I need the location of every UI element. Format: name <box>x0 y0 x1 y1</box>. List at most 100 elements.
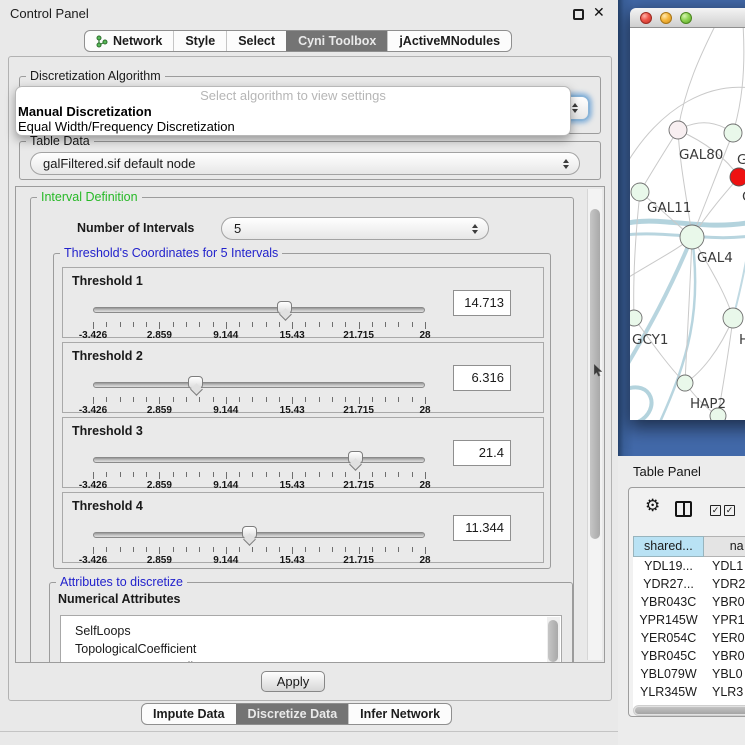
apply-button[interactable]: Apply <box>261 671 325 692</box>
slider-tick <box>226 547 227 554</box>
slider-tick <box>226 397 227 404</box>
network-node[interactable] <box>730 168 745 186</box>
table-row[interactable]: YER054CYER0 <box>633 629 745 647</box>
tab-style[interactable]: Style <box>173 31 226 51</box>
slider-thumb[interactable] <box>188 376 203 389</box>
table-cell[interactable]: YBR043C <box>633 593 704 611</box>
slider-track[interactable] <box>93 532 425 538</box>
table-row[interactable]: YDL19...YDL1 <box>633 557 745 575</box>
attributes-list-scrollbar[interactable] <box>547 617 560 663</box>
table-cell[interactable]: YBR0 <box>704 647 745 665</box>
table-cell[interactable]: YPR1 <box>704 611 745 629</box>
slider-track[interactable] <box>93 382 425 388</box>
table-cell[interactable]: YBL079W <box>633 665 704 683</box>
dropdown-item[interactable]: Equal Width/Frequency Discretization <box>16 119 570 134</box>
network-node[interactable] <box>724 124 742 142</box>
network-node[interactable] <box>630 310 642 326</box>
scrollbar-thumb[interactable] <box>635 707 745 714</box>
network-node[interactable] <box>680 225 704 249</box>
attribute-list-item[interactable]: SelfLoops <box>61 622 561 640</box>
float-window-icon[interactable] <box>573 9 584 20</box>
table-row[interactable]: YBL079WYBL0 <box>633 665 745 683</box>
table-data-combobox[interactable]: galFiltered.sif default node <box>30 152 580 175</box>
slider-tick-label: 9.144 <box>213 555 238 566</box>
network-canvas[interactable]: GAL80 GA C GAL11 GAL4 GCY1 H HAP2 <box>630 28 745 420</box>
threshold-value-field[interactable]: 6.316 <box>453 365 511 391</box>
checkbox-icon[interactable] <box>724 505 735 516</box>
slider-track[interactable] <box>93 457 425 463</box>
tab-label: Style <box>185 34 215 48</box>
threshold-value-field[interactable]: 21.4 <box>453 440 511 466</box>
threshold-value-field[interactable]: 14.713 <box>453 290 511 316</box>
slider-tick <box>226 322 227 329</box>
slider-tick <box>93 397 94 404</box>
slider-tick-label: 15.43 <box>280 480 305 491</box>
slider-tick-label: 28 <box>419 330 430 341</box>
slider-thumb[interactable] <box>348 451 363 464</box>
popup-placeholder: Select algorithm to view settings <box>16 88 570 104</box>
dropdown-item[interactable]: Manual Discretization <box>16 104 570 119</box>
threshold-slider[interactable]: -3.4262.8599.14415.4321.71528 <box>93 525 425 563</box>
settings-gear-icon[interactable] <box>645 496 660 516</box>
table-cell[interactable]: YDR27... <box>633 575 704 593</box>
network-node[interactable] <box>677 375 693 391</box>
slider-tick-label: -3.426 <box>79 330 107 341</box>
table-row[interactable]: YBR043CYBR0 <box>633 593 745 611</box>
table-cell[interactable]: YER0 <box>704 629 745 647</box>
minimize-traffic-light-icon[interactable] <box>660 12 672 24</box>
network-node-label: GCY1 <box>632 332 669 348</box>
slider-tick-label: 2.859 <box>147 405 172 416</box>
table-row[interactable]: YLR345WYLR3 <box>633 683 745 701</box>
network-window-titlebar[interactable] <box>630 8 745 28</box>
network-node[interactable] <box>723 308 743 328</box>
column-header-shared-name[interactable]: shared... <box>633 536 704 557</box>
network-graph: GAL80 GA C GAL11 GAL4 GCY1 H HAP2 <box>630 28 745 420</box>
zoom-traffic-light-icon[interactable] <box>680 12 692 24</box>
tab-infer-network[interactable]: Infer Network <box>348 704 451 724</box>
table-cell[interactable]: YLR345W <box>633 683 704 701</box>
table-cell[interactable]: YDR2 <box>704 575 745 593</box>
slider-track[interactable] <box>93 307 425 313</box>
tab-jactivemnodules[interactable]: jActiveMNodules <box>387 31 511 51</box>
table-cell[interactable]: YDL19... <box>633 557 704 575</box>
checkbox-icon[interactable] <box>710 505 721 516</box>
table-cell[interactable]: YBR0 <box>704 593 745 611</box>
tab-discretize-data[interactable]: Discretize Data <box>236 704 349 724</box>
tab-network[interactable]: Network <box>85 31 173 51</box>
threshold-value-field[interactable]: 11.344 <box>453 515 511 541</box>
table-row[interactable]: YDR27...YDR2 <box>633 575 745 593</box>
table-cell[interactable]: YPR145W <box>633 611 704 629</box>
column-layout-icon[interactable] <box>675 501 692 517</box>
number-of-intervals-combobox[interactable]: 5 <box>221 217 489 240</box>
table-row[interactable]: YPR145WYPR1 <box>633 611 745 629</box>
tab-select[interactable]: Select <box>226 31 286 51</box>
table-cell[interactable]: YBL0 <box>704 665 745 683</box>
slider-tick <box>385 322 386 327</box>
mouse-cursor <box>594 364 603 382</box>
threshold-slider[interactable]: -3.4262.8599.14415.4321.71528 <box>93 450 425 488</box>
scrollbar-thumb[interactable] <box>548 620 558 662</box>
network-node[interactable] <box>669 121 687 139</box>
column-header-name[interactable]: na <box>704 536 745 557</box>
slider-thumb[interactable] <box>277 301 292 314</box>
table-cell[interactable]: YDL1 <box>704 557 745 575</box>
close-icon[interactable] <box>593 4 605 21</box>
settings-vertical-scrollbar[interactable] <box>587 189 602 660</box>
table-row[interactable]: YBR045CYBR0 <box>633 647 745 665</box>
slider-tick <box>213 397 214 402</box>
attribute-list-item[interactable]: BetweennessCentrality <box>61 658 561 663</box>
tab-cyni-toolbox[interactable]: Cyni Toolbox <box>286 31 387 51</box>
table-cell[interactable]: YLR3 <box>704 683 745 701</box>
top-tabbar: Network Style SelectCyni ToolboxjActiveMNo… <box>84 30 512 52</box>
threshold-slider[interactable]: -3.4262.8599.14415.4321.71528 <box>93 375 425 413</box>
network-node[interactable] <box>631 183 649 201</box>
table-cell[interactable]: YBR045C <box>633 647 704 665</box>
slider-thumb[interactable] <box>242 526 257 539</box>
table-cell[interactable]: YER054C <box>633 629 704 647</box>
close-traffic-light-icon[interactable] <box>640 12 652 24</box>
tab-impute-data[interactable]: Impute Data <box>142 704 236 724</box>
attributes-list[interactable]: SelfLoopsTopologicalCoefficientBetweenne… <box>60 615 562 663</box>
threshold-slider[interactable]: -3.4262.8599.14415.4321.71528 <box>93 300 425 338</box>
table-horizontal-scrollbar[interactable] <box>633 705 745 716</box>
attribute-list-item[interactable]: TopologicalCoefficient <box>61 640 561 658</box>
